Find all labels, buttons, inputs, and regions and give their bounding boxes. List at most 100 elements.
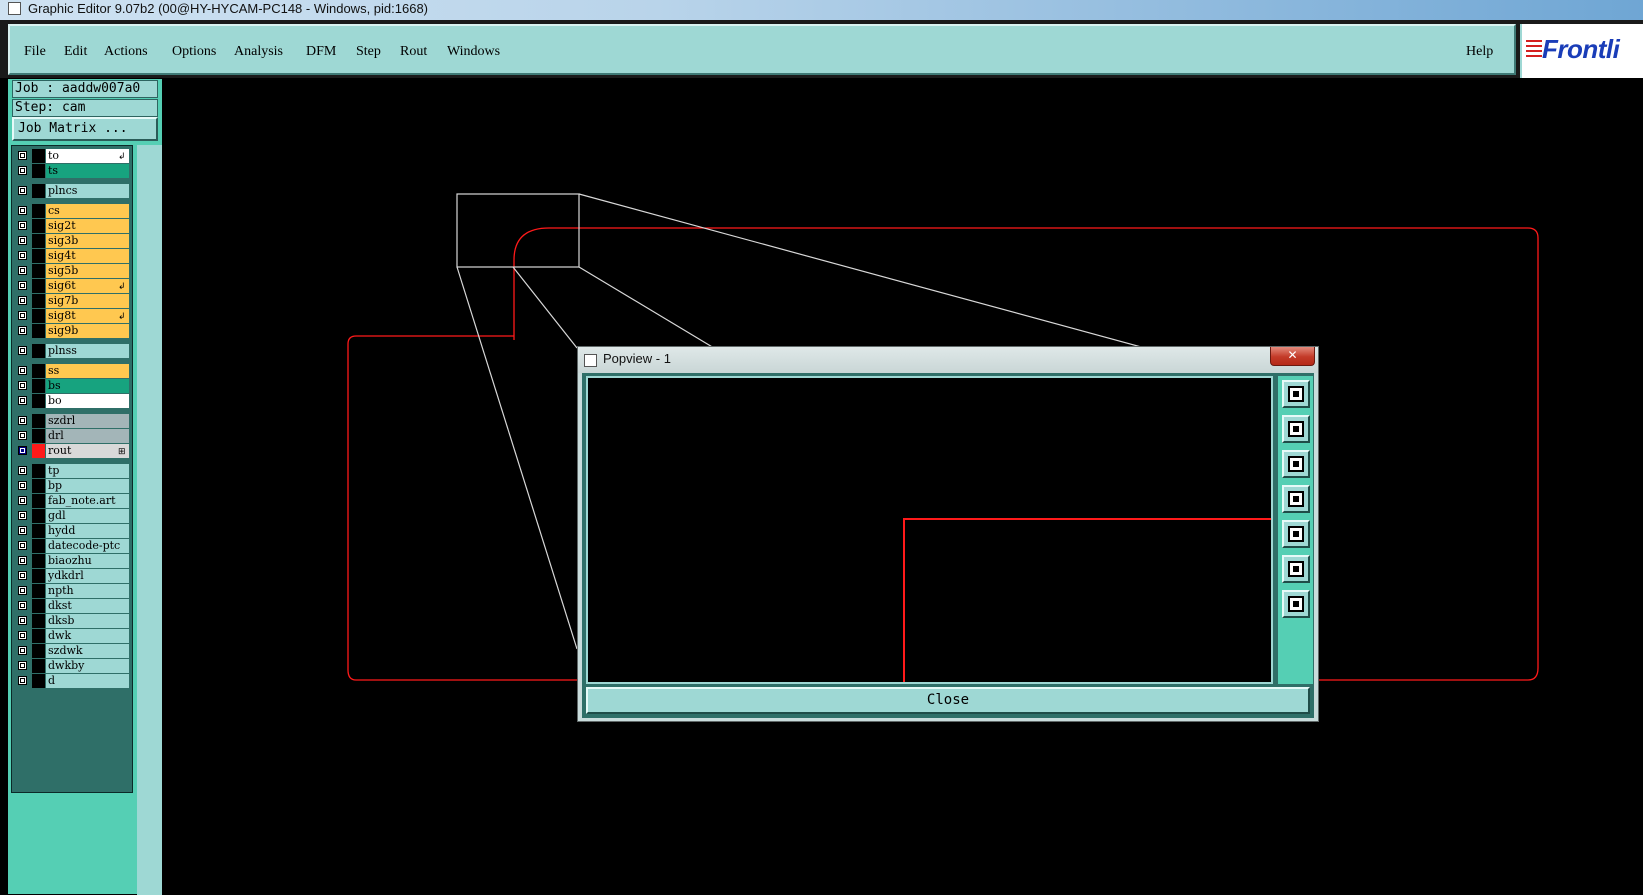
layer-color-swatch[interactable]: [32, 464, 45, 478]
layer-name[interactable]: to: [46, 149, 129, 163]
layer-row-szdwk[interactable]: szdwk: [15, 644, 129, 658]
layer-name[interactable]: dwkby: [46, 659, 129, 673]
layer-row-szdrl[interactable]: szdrl: [15, 414, 129, 428]
layer-color-swatch[interactable]: [32, 279, 45, 293]
layer-color-swatch[interactable]: [32, 674, 45, 688]
pan-right-icon[interactable]: [1282, 520, 1310, 548]
layer-color-swatch[interactable]: [32, 569, 45, 583]
layer-color-swatch[interactable]: [32, 444, 45, 458]
layer-color-swatch[interactable]: [32, 614, 45, 628]
layer-checkbox[interactable]: [18, 381, 27, 390]
layer-checkbox[interactable]: [18, 631, 27, 640]
menu-analysis[interactable]: Analysis: [234, 44, 283, 60]
menu-actions[interactable]: Actions: [104, 44, 148, 60]
close-button[interactable]: Close: [586, 687, 1310, 714]
layer-name[interactable]: bp: [46, 479, 129, 493]
layer-row-sig8t[interactable]: sig8t ↲: [15, 309, 129, 323]
pan-down-icon[interactable]: [1282, 450, 1310, 478]
layer-checkbox[interactable]: [18, 206, 27, 215]
layer-color-swatch[interactable]: [32, 479, 45, 493]
layer-name[interactable]: npth: [46, 584, 129, 598]
zoom-window-icon[interactable]: [1282, 380, 1310, 408]
layer-row-d[interactable]: d: [15, 674, 129, 688]
layer-checkbox[interactable]: [18, 236, 27, 245]
layer-name[interactable]: sig3b: [46, 234, 129, 248]
pan-left-icon[interactable]: [1282, 485, 1310, 513]
layer-checkbox[interactable]: [18, 676, 27, 685]
layer-color-swatch[interactable]: [32, 309, 45, 323]
layer-row-dwk[interactable]: dwk: [15, 629, 129, 643]
layer-checkbox[interactable]: [18, 571, 27, 580]
layer-name[interactable]: szdwk: [46, 644, 129, 658]
menu-step[interactable]: Step: [356, 44, 381, 60]
layer-row-cs[interactable]: cs: [15, 204, 129, 218]
layer-name[interactable]: ss: [46, 364, 129, 378]
layer-name[interactable]: d: [46, 674, 129, 688]
layer-row-bo[interactable]: bo: [15, 394, 129, 408]
zoom-fit-icon[interactable]: [1282, 555, 1310, 583]
layer-row-sig2t[interactable]: sig2t: [15, 219, 129, 233]
layer-checkbox[interactable]: [18, 186, 27, 195]
menu-windows[interactable]: Windows: [447, 44, 500, 60]
layer-row-tp[interactable]: tp: [15, 464, 129, 478]
layer-row-dksb[interactable]: dksb: [15, 614, 129, 628]
menu-file[interactable]: File: [24, 44, 46, 60]
layer-checkbox[interactable]: [18, 541, 27, 550]
close-icon[interactable]: ✕: [1270, 347, 1315, 366]
layer-row-ydkdrl[interactable]: ydkdrl: [15, 569, 129, 583]
layer-name[interactable]: szdrl: [46, 414, 129, 428]
layer-checkbox[interactable]: [18, 446, 27, 455]
layer-checkbox[interactable]: [18, 151, 27, 160]
popview-canvas[interactable]: [586, 376, 1273, 684]
menu-options[interactable]: Options: [172, 44, 216, 60]
layer-row-ss[interactable]: ss: [15, 364, 129, 378]
layer-color-swatch[interactable]: [32, 599, 45, 613]
layer-row-gdl[interactable]: gdl: [15, 509, 129, 523]
layer-checkbox[interactable]: [18, 586, 27, 595]
layer-row-plnss[interactable]: plnss: [15, 344, 129, 358]
layer-row-dkst[interactable]: dkst: [15, 599, 129, 613]
layer-name[interactable]: sig2t: [46, 219, 129, 233]
layer-name[interactable]: plnss: [46, 344, 129, 358]
layer-row-dwkby[interactable]: dwkby: [15, 659, 129, 673]
layer-row-npth[interactable]: npth: [15, 584, 129, 598]
layer-color-swatch[interactable]: [32, 219, 45, 233]
layer-row-sig6t[interactable]: sig6t ↲: [15, 279, 129, 293]
layer-color-swatch[interactable]: [32, 184, 45, 198]
layer-name[interactable]: tp: [46, 464, 129, 478]
menu-dfm[interactable]: DFM: [306, 44, 336, 60]
layer-row-biaozhu[interactable]: biaozhu: [15, 554, 129, 568]
layer-checkbox[interactable]: [18, 661, 27, 670]
layer-row-plncs[interactable]: plncs: [15, 184, 129, 198]
menu-rout[interactable]: Rout: [400, 44, 427, 60]
layer-color-swatch[interactable]: [32, 629, 45, 643]
layer-name[interactable]: sig6t: [46, 279, 129, 293]
layer-name[interactable]: drl: [46, 429, 129, 443]
layer-name[interactable]: ts: [46, 164, 129, 178]
layer-checkbox[interactable]: [18, 496, 27, 505]
layer-color-swatch[interactable]: [32, 249, 45, 263]
layer-row-bs[interactable]: bs: [15, 379, 129, 393]
layer-color-swatch[interactable]: [32, 234, 45, 248]
popview-title-bar[interactable]: Popview - 1 ✕: [578, 347, 1318, 373]
layer-checkbox[interactable]: [18, 221, 27, 230]
layer-name[interactable]: dkst: [46, 599, 129, 613]
layer-color-swatch[interactable]: [32, 539, 45, 553]
layer-checkbox[interactable]: [18, 601, 27, 610]
layer-checkbox[interactable]: [18, 266, 27, 275]
layer-name[interactable]: cs: [46, 204, 129, 218]
layer-checkbox[interactable]: [18, 396, 27, 405]
layer-color-swatch[interactable]: [32, 379, 45, 393]
layer-name[interactable]: dwk: [46, 629, 129, 643]
layer-color-swatch[interactable]: [32, 659, 45, 673]
layer-color-swatch[interactable]: [32, 414, 45, 428]
layer-color-swatch[interactable]: [32, 294, 45, 308]
layer-row-sig4t[interactable]: sig4t: [15, 249, 129, 263]
layer-color-swatch[interactable]: [32, 584, 45, 598]
layer-row-drl[interactable]: drl: [15, 429, 129, 443]
layer-checkbox[interactable]: [18, 526, 27, 535]
layer-name[interactable]: dksb: [46, 614, 129, 628]
layer-checkbox[interactable]: [18, 311, 27, 320]
job-matrix-button[interactable]: Job Matrix ...: [12, 117, 158, 141]
layer-color-swatch[interactable]: [32, 364, 45, 378]
